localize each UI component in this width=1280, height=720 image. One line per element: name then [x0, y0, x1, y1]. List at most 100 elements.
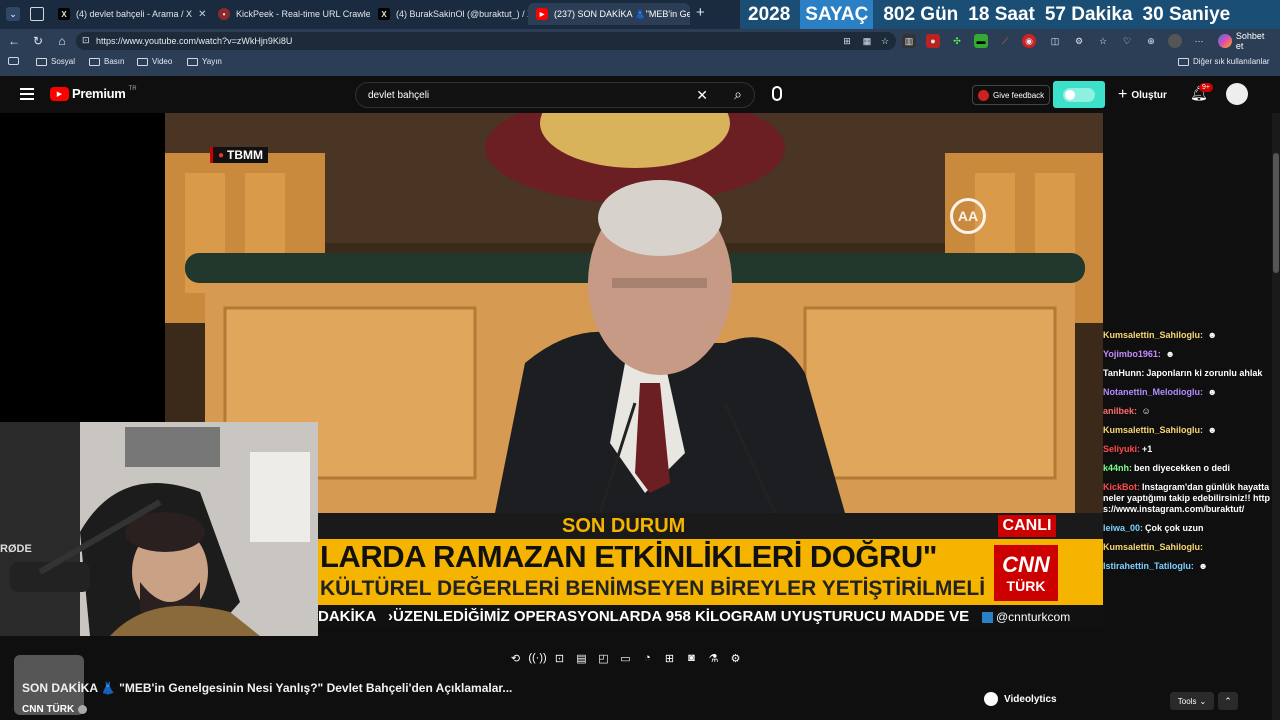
chat-message: Istirahettin_Tatiloglu: ☻ [1103, 561, 1271, 572]
settings-icon[interactable]: ⚙ [728, 651, 743, 665]
chat-username: leiwa_00: [1103, 523, 1144, 533]
streamer-webcam: RØDE [0, 422, 318, 636]
loop-icon[interactable]: ⟲ [508, 651, 523, 665]
read-aloud-icon[interactable]: ⊞ [840, 34, 854, 48]
youtube-logo[interactable]: ▶ Premium TR [50, 86, 137, 101]
countdown-banner: 2028 SAYAÇ 802 Gün 18 Saat 57 Dakika 30 … [740, 0, 1280, 29]
settings-extension-icon[interactable]: ⚙ [1072, 34, 1086, 48]
back-icon[interactable]: ← [6, 33, 22, 49]
collections-icon[interactable]: ⊕ [1144, 34, 1158, 48]
tab-youtube-active[interactable]: ▶ (237) SON DAKİKA 👗"MEB'in Gen ✕ [528, 3, 690, 25]
picture-in-picture-icon[interactable]: ◰ [596, 651, 611, 665]
extension-4-icon[interactable]: ▬ [974, 34, 988, 48]
folder-icon [137, 57, 148, 66]
close-icon[interactable]: ✕ [198, 9, 206, 20]
home-icon[interactable]: ⌂ [54, 33, 70, 49]
copilot-chat-button[interactable]: Sohbet et [1212, 31, 1280, 51]
create-button[interactable]: + Oluştur [1118, 86, 1167, 104]
cinema-icon[interactable]: ▭ [618, 651, 633, 665]
search-icon[interactable]: ⌕ [734, 86, 742, 103]
flask-icon[interactable]: ⚗ [706, 651, 721, 665]
emote-icon: ☻ [1198, 561, 1208, 571]
give-feedback-button[interactable]: Give feedback [972, 85, 1051, 105]
toggle-extension-button[interactable] [1053, 81, 1105, 108]
camera-icon[interactable]: ◙ [684, 651, 699, 665]
split-screen-icon[interactable]: ◫ [1048, 34, 1062, 48]
audio-icon[interactable]: ((·)) [528, 651, 546, 665]
chat-username: Notanettin_Melodioglu: [1103, 387, 1203, 397]
clip-icon[interactable]: ▤ [574, 651, 589, 665]
url-field[interactable]: ⊡ https://www.youtube.com/watch?v=zWkHjn… [76, 32, 896, 50]
hamburger-menu-icon[interactable] [20, 88, 34, 100]
bookmark-folder-sosyal[interactable]: Sosyal [36, 57, 75, 66]
clear-search-icon[interactable]: ✕ [696, 87, 708, 104]
crawl-text: ›ÜZENLEDİĞİMİZ OPERASYONLARDA 958 KİLOGR… [388, 608, 973, 625]
app-available-icon[interactable]: ▦ [860, 34, 874, 48]
video-black-left [0, 113, 165, 423]
other-bookmarks[interactable]: Diğer sık kullanılanlar [1178, 57, 1269, 66]
chat-message: Kumsalettin_Sahiloglu: [1103, 542, 1271, 553]
more-icon[interactable]: ⋯ [1192, 34, 1206, 48]
page-scrollbar[interactable] [1272, 113, 1280, 720]
youtube-icon: ▶ [536, 8, 548, 20]
new-tab-button[interactable]: + [696, 4, 705, 21]
chat-message: Yojimbo1961: ☻ [1103, 349, 1271, 360]
bookmarks-bar: Sosyal Basın Video Yayın Diğer sık kulla… [0, 53, 1280, 74]
headline-line-2: KÜLTÜREL DEĞERLERİ BENİMSEYEN BİREYLER Y… [320, 577, 986, 600]
countdown-days: 802 Gün [883, 3, 959, 25]
favorite-star-icon[interactable]: ☆ [878, 34, 892, 48]
chat-username: Kumsalettin_Sahiloglu: [1103, 542, 1204, 552]
bookmark-folder-basin[interactable]: Basın [89, 57, 124, 66]
bookmarks-menu-icon[interactable] [8, 57, 19, 65]
kickpeek-icon: • [218, 8, 230, 20]
countdown-label: SAYAÇ [800, 0, 874, 29]
channel-name[interactable]: CNN TÜRK [22, 704, 88, 715]
cnn-turk-logo: CNN TÜRK [994, 545, 1058, 601]
tbmm-badge: ● TBMM [210, 147, 269, 163]
countdown-year: 2028 [748, 3, 791, 25]
reload-icon[interactable]: ↻ [30, 33, 46, 49]
address-bar-row: ← ↻ ⌂ ⊡ https://www.youtube.com/watch?v=… [0, 29, 1280, 53]
tools-dropdown[interactable]: Tools ⌄ [1170, 692, 1214, 710]
account-avatar[interactable] [1226, 83, 1248, 105]
bookmark-folder-video[interactable]: Video [137, 57, 172, 66]
extension-2-icon[interactable]: ● [926, 34, 940, 48]
copilot-icon [1218, 34, 1232, 48]
tab-list-icon[interactable]: ⌄ [6, 7, 20, 21]
tab-buraksakinol[interactable]: X (4) BurakSakinOl (@buraktut_) / X ✕ [370, 3, 528, 25]
collapse-button[interactable]: ⌃ [1218, 692, 1238, 710]
videolytics-panel[interactable]: Videolytics [984, 692, 1057, 706]
live-badge: CANLI [998, 515, 1056, 537]
chat-message: Kumsalettin_Sahiloglu: ☻ [1103, 425, 1271, 436]
extension-6-icon[interactable]: ◉ [1022, 34, 1036, 48]
extension-3-icon[interactable]: ✣ [950, 34, 964, 48]
voice-search-icon[interactable] [772, 86, 782, 101]
chat-username: Kumsalettin_Sahiloglu: [1103, 425, 1204, 435]
chat-overlay: Kumsalettin_Sahiloglu: ☻ Yojimbo1961: ☻ … [1103, 330, 1271, 640]
crawl-label: DAKİKA [318, 608, 377, 625]
screenshot-icon[interactable]: ⊡ [552, 651, 567, 665]
extension-1-icon[interactable]: ▥ [902, 34, 916, 48]
tab-x-search[interactable]: X (4) devlet bahçeli - Arama / X ✕ [50, 3, 210, 25]
profile-avatar[interactable] [1168, 34, 1182, 48]
tab-kickpeek[interactable]: • KickPeek - Real-time URL Crawler ✕ [210, 3, 370, 25]
browser-essentials-icon[interactable]: ♡ [1120, 34, 1134, 48]
add-icon[interactable]: ⊞ [662, 651, 677, 665]
chat-username: Yojimbo1961: [1103, 349, 1161, 359]
bookmark-folder-yayin[interactable]: Yayın [187, 57, 222, 66]
favorites-icon[interactable]: ☆ [1096, 34, 1110, 48]
chat-username: anilbek: [1103, 406, 1138, 416]
player-toolbar: ⟲ ((·)) ⊡ ▤ ◰ ▭ ◔ ⊞ ◙ ⚗ ⚙ [508, 650, 743, 666]
extension-5-icon[interactable]: ⟋ [998, 34, 1012, 48]
aa-logo-icon: AA [950, 198, 986, 234]
son-durum-label: SON DURUM [562, 515, 686, 537]
cnn-handle: @cnnturkcom [978, 607, 1071, 627]
x-icon: X [58, 8, 70, 20]
chat-message: anilbek: ☺ [1103, 406, 1271, 417]
speed-icon[interactable]: ◔ [640, 651, 655, 665]
youtube-play-icon: ▶ [50, 86, 69, 101]
search-input[interactable]: devlet bahçeli ✕ ⌕ [355, 82, 755, 108]
plus-icon: + [1118, 86, 1128, 103]
notification-count-badge: 9+ [1199, 83, 1213, 92]
workspaces-icon[interactable] [30, 7, 44, 21]
